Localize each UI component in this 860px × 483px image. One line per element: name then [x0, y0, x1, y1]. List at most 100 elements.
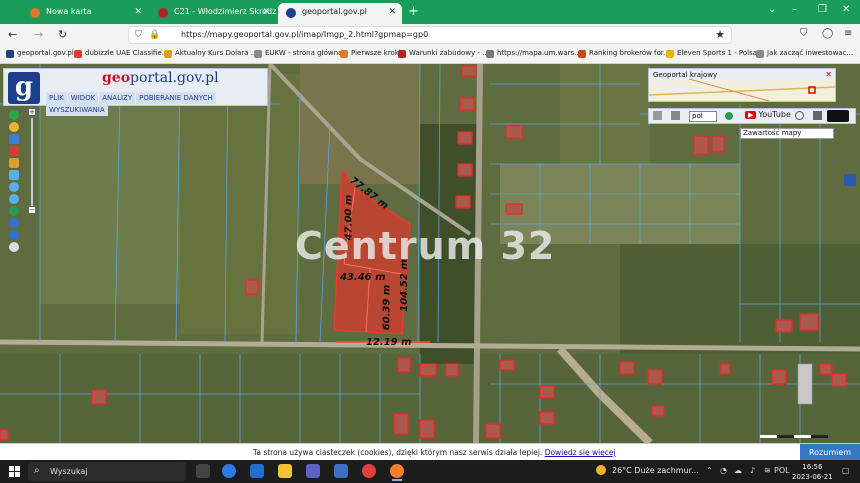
system-clock[interactable]: 16:56 2023-06-21: [792, 462, 833, 482]
bookmark-item[interactable]: Pierwsze kroki: [340, 49, 401, 58]
help-icon[interactable]: [725, 112, 733, 120]
wifi-icon[interactable]: ≋: [764, 466, 771, 475]
watermark: Centrum 32: [295, 224, 556, 268]
minimize-button[interactable]: –: [792, 4, 797, 15]
store-icon[interactable]: [306, 464, 320, 478]
taskbar-search[interactable]: ⌕ Wyszukaj: [28, 462, 186, 481]
restore-button[interactable]: ❐: [818, 4, 827, 15]
side-panel-eye-icon[interactable]: [844, 174, 856, 186]
youtube-label: YouTube: [758, 110, 791, 119]
firefox-icon[interactable]: [390, 464, 404, 481]
weather-widget[interactable]: 26°C Duże zachmur...: [596, 465, 699, 475]
measurement-label: 12.19 m: [366, 337, 412, 348]
zoom-out-button[interactable]: −: [28, 206, 36, 214]
search-icon: ⌕: [34, 465, 40, 476]
ruler-icon[interactable]: [9, 170, 19, 180]
cookie-accept-button[interactable]: Rozumiem: [800, 444, 860, 461]
arrow-left-icon[interactable]: [9, 218, 19, 228]
url-text[interactable]: https://mapy.geoportal.gov.pl/imap/Imgp_…: [181, 30, 428, 39]
zoom-slider[interactable]: + −: [28, 108, 36, 218]
fullscreen-icon[interactable]: [813, 111, 822, 120]
reload-button[interactable]: ↻: [58, 28, 67, 41]
tray-chevron-icon[interactable]: ⌃: [706, 466, 713, 475]
youtube-link[interactable]: ▶ YouTube: [745, 110, 791, 119]
map-canvas[interactable]: g geoportal.gov.pl PLIK WIDOK ANALIZY POBIE…: [0, 64, 860, 443]
bookmark-item[interactable]: https://mapa.um.wars...: [486, 49, 581, 58]
overview-minimap[interactable]: [649, 79, 835, 101]
bookmark-icon: [340, 50, 348, 58]
bookmark-item[interactable]: dubizzle UAE Classifie...: [74, 49, 169, 58]
cookie-more-link[interactable]: Dowiedz się więcej: [545, 448, 616, 457]
notifications-icon[interactable]: ▢: [842, 466, 850, 475]
tab-list-icon[interactable]: ⌄: [768, 4, 776, 15]
hand-icon[interactable]: [9, 122, 19, 132]
zoom-track[interactable]: [31, 118, 33, 206]
close-tab-icon[interactable]: ✕: [134, 7, 142, 17]
language-select[interactable]: pol: [689, 111, 717, 122]
menu-pobieranie[interactable]: POBIERANIE DANYCH: [136, 92, 216, 104]
language-indicator[interactable]: POL: [774, 466, 790, 475]
tab-c21[interactable]: C21 - Włodzimierz Skrodzki ✕: [150, 3, 276, 24]
menu-analizy[interactable]: ANALIZY: [99, 92, 136, 104]
bookmark-item[interactable]: EUKW - strona główna: [254, 49, 342, 58]
zoom-out-icon[interactable]: [9, 194, 19, 204]
eye-icon[interactable]: [827, 110, 849, 122]
bookmark-item[interactable]: Jak zacząć inwestowac...: [756, 49, 853, 58]
new-tab-button[interactable]: +: [408, 4, 419, 19]
navigation-bar: ← → ↻ ⛉ 🔒 https://mapy.geoportal.gov.pl/…: [0, 24, 860, 46]
close-tab-icon[interactable]: ✕: [262, 7, 270, 17]
globe-icon[interactable]: [9, 206, 19, 216]
bookmark-item[interactable]: Ranking brokerów for...: [578, 49, 670, 58]
close-icon[interactable]: ✕: [825, 70, 832, 79]
menu-widok[interactable]: WIDOK: [67, 92, 99, 104]
layers-icon[interactable]: [653, 111, 662, 120]
bookmark-icon: [6, 50, 14, 58]
arrow-right-icon[interactable]: [9, 230, 19, 240]
volume-icon[interactable]: ♪: [750, 466, 755, 475]
close-tab-icon[interactable]: ✕: [388, 7, 396, 17]
compass-icon[interactable]: [795, 111, 804, 120]
info-icon[interactable]: [9, 110, 19, 120]
mail-icon[interactable]: [250, 464, 264, 478]
right-toolbar: pol ▶ YouTube: [648, 108, 856, 124]
bookmark-label: dubizzle UAE Classifie...: [85, 49, 169, 57]
pencil-icon[interactable]: [9, 158, 19, 168]
file-explorer-icon[interactable]: [278, 464, 292, 478]
c21-icon: [158, 8, 168, 18]
pocket-icon[interactable]: ⛉: [800, 28, 808, 39]
zoom-in-icon[interactable]: [9, 182, 19, 192]
account-icon[interactable]: ◯: [822, 28, 833, 39]
zoom-in-button[interactable]: +: [28, 108, 36, 116]
geoportal-header: g geoportal.gov.pl PLIK WIDOK ANALIZY POBIE…: [3, 68, 268, 116]
geoportal-logo-icon[interactable]: g: [8, 72, 40, 104]
cloud-icon[interactable]: ☁: [734, 466, 742, 475]
print-icon[interactable]: [671, 111, 680, 120]
menu-icon[interactable]: ≡: [844, 28, 852, 39]
windows-start-icon[interactable]: [9, 466, 20, 477]
bookmark-icon: [486, 50, 494, 58]
menu-wyszukiwania[interactable]: WYSZUKIWANIA: [46, 104, 108, 116]
print-icon[interactable]: [9, 146, 19, 156]
back-button[interactable]: ←: [8, 28, 17, 41]
bookmark-item[interactable]: geoportal.gov.pl: [6, 49, 74, 58]
word-icon[interactable]: [334, 464, 348, 478]
select-icon[interactable]: [9, 134, 19, 144]
settings-icon[interactable]: [9, 242, 19, 252]
forward-button[interactable]: →: [34, 28, 43, 41]
tab-new[interactable]: Nowa karta ✕: [22, 3, 148, 24]
lock-icon[interactable]: 🔒: [149, 30, 160, 40]
menu-plik[interactable]: PLIK: [46, 92, 67, 104]
address-bar[interactable]: ⛉ 🔒 https://mapy.geoportal.gov.pl/imap/I…: [128, 26, 732, 44]
close-window-button[interactable]: ✕: [842, 4, 850, 15]
bookmark-star-icon[interactable]: ★: [715, 28, 725, 41]
map-content-toggle[interactable]: Zawartość mapy: [740, 128, 834, 139]
chrome-icon[interactable]: [362, 464, 376, 478]
bookmark-item[interactable]: Eleven Sports 1 - Polsa...: [666, 49, 764, 58]
bookmark-item[interactable]: Warunki zabudowy - ...: [398, 49, 489, 58]
edge-icon[interactable]: [222, 464, 236, 478]
shield-icon[interactable]: ⛉: [135, 30, 142, 40]
bookmark-item[interactable]: Aktualny Kurs Dolara ...: [164, 49, 257, 58]
task-view-icon[interactable]: [196, 464, 210, 478]
tab-geoportal[interactable]: geoportal.gov.pl ✕: [278, 3, 402, 24]
network-icon[interactable]: ◔: [720, 466, 727, 475]
